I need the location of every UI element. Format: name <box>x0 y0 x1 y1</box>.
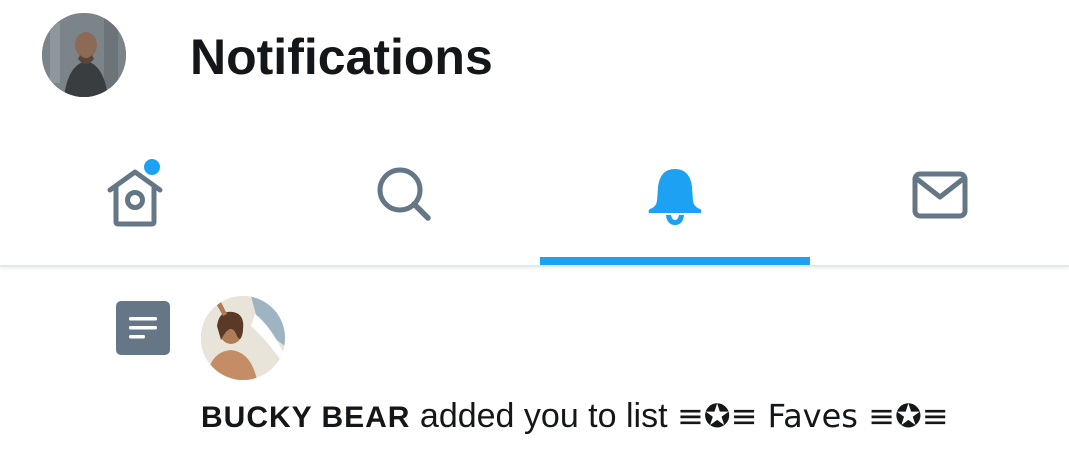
active-tab-indicator <box>540 257 810 265</box>
tab-search[interactable] <box>270 125 540 265</box>
tab-messages[interactable] <box>810 125 1069 265</box>
actor-avatar[interactable] <box>201 296 285 380</box>
home-icon <box>104 157 166 230</box>
actor-avatar-image <box>201 296 285 380</box>
mail-icon <box>912 171 968 219</box>
list-name-link[interactable]: ≡✪≡ Faves ≡✪≡ <box>677 397 949 435</box>
top-header: Notifications <box>0 0 1069 112</box>
tab-home[interactable] <box>0 125 270 265</box>
tab-notifications[interactable] <box>540 125 810 265</box>
page-title: Notifications <box>190 29 493 85</box>
bell-icon <box>645 165 705 225</box>
profile-avatar-image <box>42 13 126 97</box>
action-text: added you to list <box>410 397 677 435</box>
home-notification-dot <box>142 157 162 177</box>
notification-item[interactable]: BUCKY BEAR added you to list ≡✪≡ Faves ≡… <box>0 272 1069 467</box>
tab-bar <box>0 125 1069 267</box>
list-icon <box>116 301 170 355</box>
profile-avatar[interactable] <box>42 13 126 97</box>
actor-name[interactable]: BUCKY BEAR <box>201 401 410 434</box>
notification-text: BUCKY BEAR added you to list ≡✪≡ Faves ≡… <box>201 394 949 440</box>
search-icon <box>375 165 435 225</box>
notifications-screen: Notifications BUCKY BEAR added you to li… <box>0 0 1069 467</box>
